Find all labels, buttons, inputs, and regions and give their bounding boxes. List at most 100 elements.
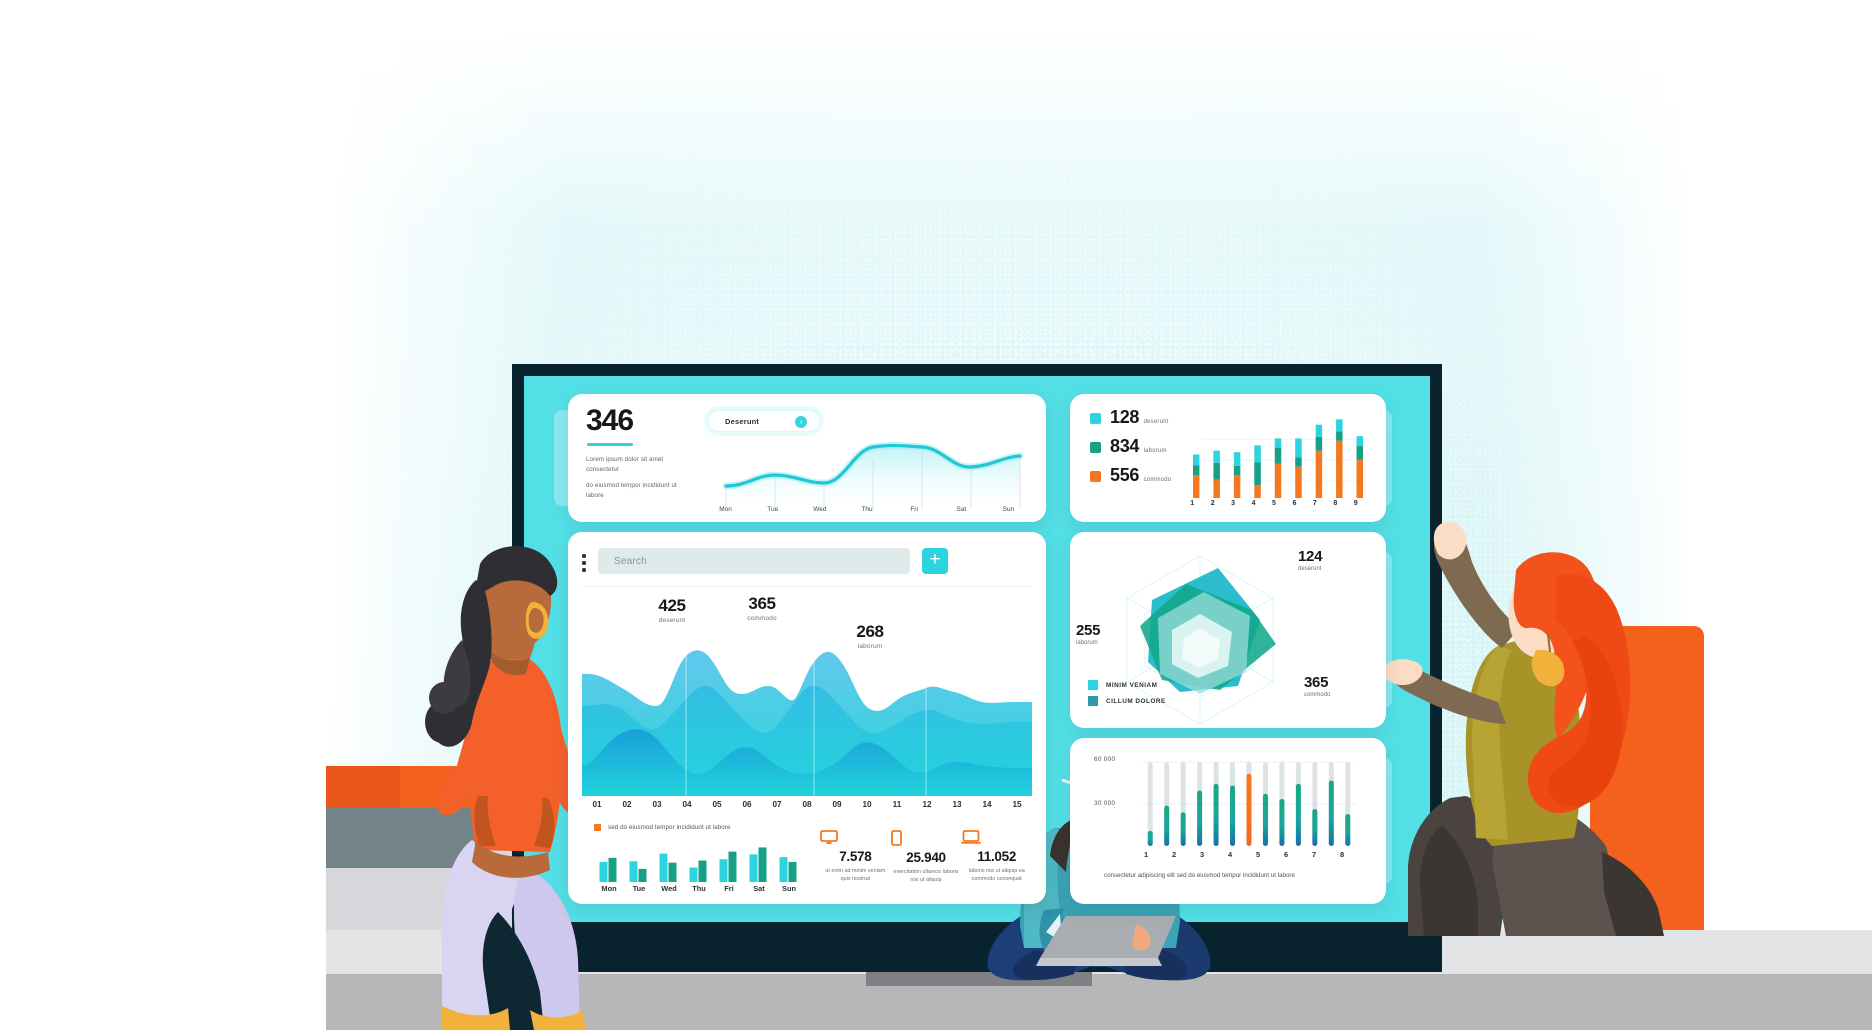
- tick-8: 8: [1340, 850, 1345, 859]
- device-stat-mobile: 25.940 exercitation ullamco laboris nisi…: [890, 830, 962, 884]
- tick-7: 7: [1312, 850, 1317, 859]
- weekday-xaxis: Mon Tue Wed Thu Fri Sat Sun: [594, 884, 804, 893]
- tick-13: 13: [952, 800, 962, 809]
- legend-item: MINIM VENIAM: [1088, 680, 1166, 690]
- callout-value: 124: [1298, 548, 1323, 565]
- kpi-line-chart: [702, 436, 1032, 508]
- tick-8: 8: [1333, 500, 1338, 507]
- legend-label-commodo: commodo: [1143, 477, 1172, 483]
- legend-swatch-deserunt: [1090, 413, 1101, 424]
- tick-4: 4: [1228, 850, 1233, 859]
- legend-item: 834 laborum: [1090, 437, 1176, 457]
- tick-01: 01: [592, 800, 602, 809]
- tick-sun: Sun: [782, 884, 796, 893]
- device-value: 7.578: [839, 849, 872, 864]
- tick-4: 4: [1251, 500, 1256, 507]
- floor-white-left: [0, 930, 326, 1030]
- add-button[interactable]: +: [922, 548, 948, 574]
- legend-label-deserunt: deserunt: [1143, 419, 1169, 425]
- tick-9: 9: [1353, 500, 1358, 507]
- tick-5: 5: [1256, 850, 1261, 859]
- device-caption: laboris nisi ut aliquip ea commodo conse…: [968, 868, 1025, 883]
- dashboard-screen: 346 Lorem ipsum dolor sit amet consectet…: [524, 376, 1430, 922]
- tick-7: 7: [1312, 500, 1317, 507]
- tick-2: 2: [1210, 500, 1215, 507]
- legend-item: 128 deserunt: [1090, 408, 1176, 428]
- tick-1: 1: [1190, 500, 1195, 507]
- device-stat-laptop: 11.052 laboris nisi ut aliquip ea commod…: [961, 830, 1032, 884]
- search-input[interactable]: Search: [598, 548, 910, 574]
- legend-swatch-minim-veniam: [1088, 680, 1098, 690]
- chevron-right-icon[interactable]: ›: [795, 416, 807, 428]
- legend-swatch-commodo: [1090, 471, 1101, 482]
- tick-3: 3: [1200, 850, 1205, 859]
- device-value: 25.940: [906, 850, 946, 865]
- card-kpi: 346 Lorem ipsum dolor sit amet consectet…: [568, 394, 1046, 522]
- progress-caption: consectetur adipiscing elit sed do eiusm…: [1104, 872, 1295, 879]
- tick-wed: Wed: [661, 884, 677, 893]
- tick-2: 2: [1172, 850, 1177, 859]
- kebab-menu-icon[interactable]: [582, 554, 586, 575]
- legend-label-minim-veniam: MINIM VENIAM: [1106, 681, 1158, 689]
- callout-label: commodo: [1304, 692, 1331, 698]
- laptop-icon: [961, 830, 982, 844]
- tick-tue: Tue: [767, 506, 779, 513]
- tick-thu: Thu: [861, 506, 873, 513]
- callout-425: 425 deserunt: [642, 596, 702, 624]
- person-right-woman: [1380, 516, 1710, 936]
- stacked-xaxis: 1 2 3 4 5 6 7 8 9: [1182, 500, 1366, 507]
- tick-06: 06: [742, 800, 752, 809]
- tick-tue: Tue: [632, 884, 646, 893]
- kpi-value: 346: [586, 404, 634, 437]
- radar-callout-laborum: 255 laborum: [1076, 622, 1100, 646]
- card-main-area: Search + 425 deserunt 365 commodo 268 la: [568, 532, 1046, 904]
- card-progress-bars: 60 000 30 000 1 2 3 4 5 6 7 8 consectetu…: [1070, 738, 1386, 904]
- tick-12: 12: [922, 800, 932, 809]
- yaxis-top-label: 60 000: [1094, 756, 1116, 763]
- tick-05: 05: [712, 800, 722, 809]
- tick-wed: Wed: [813, 506, 827, 513]
- callout-value: 425: [658, 596, 686, 615]
- progress-bar-chart: [1142, 760, 1356, 846]
- tick-14: 14: [982, 800, 992, 809]
- pill-label: Deserunt: [725, 416, 760, 426]
- legend-label-laborum: laborum: [1143, 448, 1167, 454]
- deserunt-pill-button[interactable]: Deserunt ›: [708, 410, 820, 432]
- kpi-line-xaxis: Mon Tue Wed Thu Fri Sat Sun: [702, 506, 1032, 513]
- search-placeholder: Search: [614, 555, 647, 567]
- tick-07: 07: [772, 800, 782, 809]
- monitor-icon: [820, 830, 838, 844]
- tick-mon: Mon: [719, 506, 732, 513]
- yaxis-mid-label: 30 000: [1094, 800, 1116, 807]
- card-divider: [582, 586, 1032, 587]
- kpi-paragraph-2: do eiusmod tempor incididunt ut labore: [586, 482, 677, 499]
- legend-swatch-laborum: [1090, 442, 1101, 453]
- tick-fri: Fri: [724, 884, 734, 893]
- radar-callout-commodo: 365 commodo: [1304, 674, 1330, 698]
- callout-label: commodo: [747, 615, 777, 622]
- kpi-block: 346 Lorem ipsum dolor sit amet consectet…: [586, 406, 694, 500]
- device-caption: ut enim ad minim veniam quis nostrud: [825, 868, 886, 883]
- callout-label: laborum: [1076, 640, 1098, 646]
- device-stats: 7.578 ut enim ad minim veniam quis nostr…: [820, 830, 1032, 884]
- main-area-xaxis: 01 02 03 04 05 06 07 08 09 10 11 12 13 1…: [582, 800, 1032, 809]
- stacked-bar-chart: [1182, 414, 1366, 498]
- legend-text: sed do eiusmod tempor incididunt ut labo…: [608, 824, 731, 831]
- legend-item: CILLUM DOLORE: [1088, 696, 1166, 706]
- tick-5: 5: [1272, 500, 1276, 507]
- tick-mon: Mon: [601, 884, 617, 893]
- callout-label: deserunt: [658, 617, 686, 624]
- kpi-underline: [587, 443, 633, 446]
- card-stacked-bars: 128 deserunt 834 laborum 556 commodo 1 2…: [1070, 394, 1386, 522]
- tick-thu: Thu: [692, 884, 706, 893]
- stacked-legend: 128 deserunt 834 laborum 556 commodo: [1090, 408, 1176, 495]
- kpi-paragraph-1: Lorem ipsum dolor sit amet consectetur: [586, 456, 664, 473]
- radar-callout-deserunt: 124 deserunt: [1298, 548, 1322, 572]
- monitor-frame: 346 Lorem ipsum dolor sit amet consectet…: [512, 364, 1442, 972]
- legend-item: 556 commodo: [1090, 466, 1176, 486]
- device-caption: exercitation ullamco laboris nisi ut ali…: [893, 869, 959, 884]
- main-area-chart: [582, 644, 1032, 796]
- device-value: 11.052: [977, 849, 1017, 864]
- tick-3: 3: [1231, 500, 1236, 507]
- callout-value: 365: [1304, 674, 1329, 691]
